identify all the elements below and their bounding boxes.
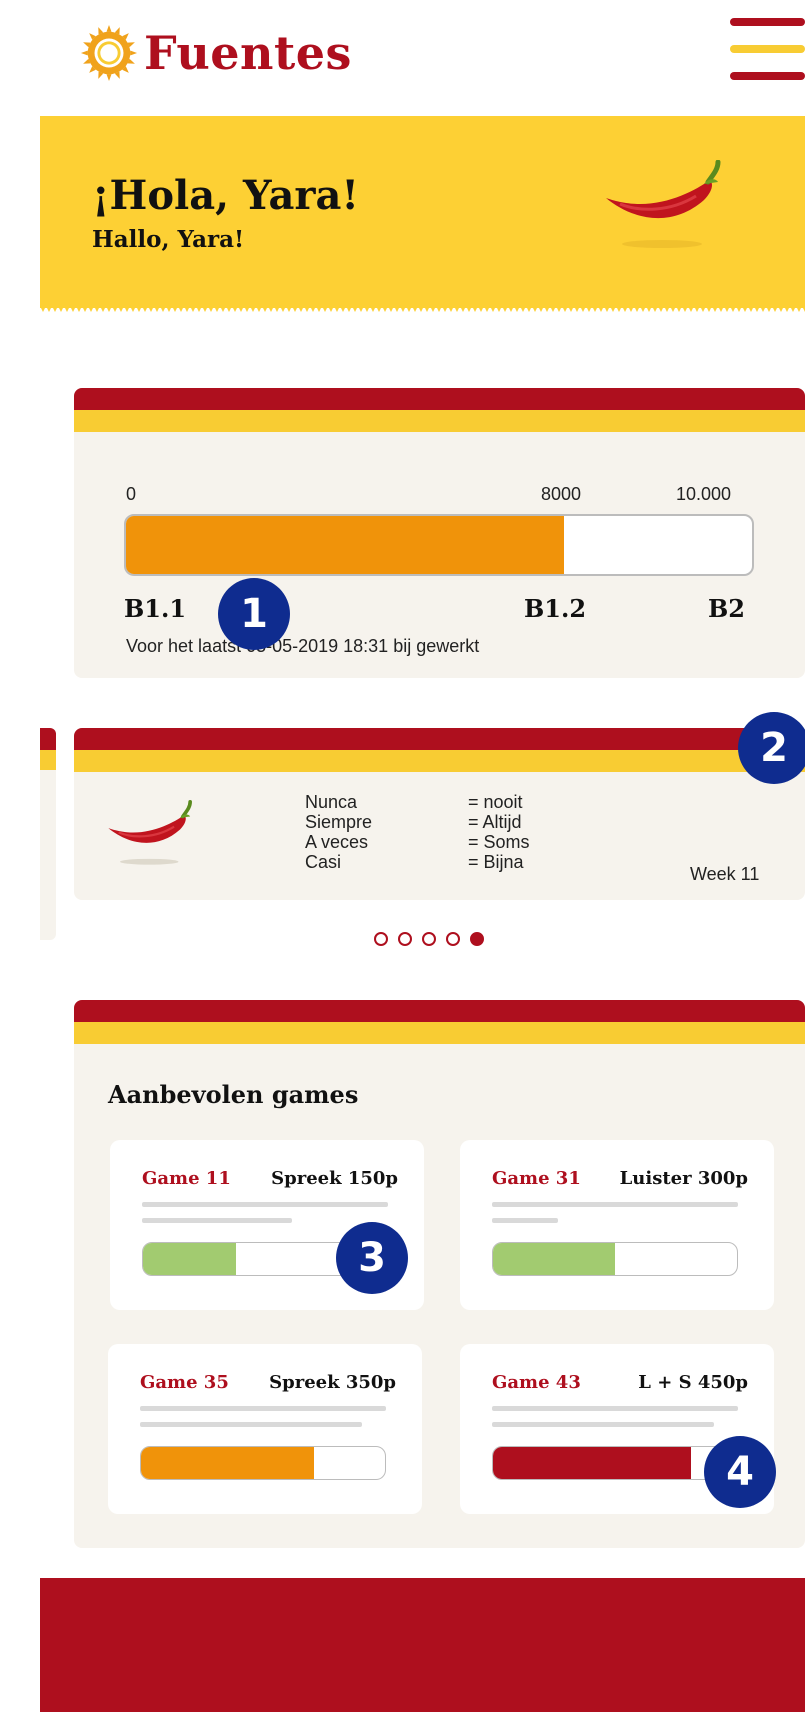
chili-pepper-icon [108, 800, 192, 865]
level-progress-fill [126, 516, 565, 574]
placeholder-line [492, 1406, 738, 1411]
card-stripe-yellow [40, 750, 56, 770]
game-points: Spreek 150p [271, 1168, 398, 1189]
card-stripe-yellow [74, 410, 805, 432]
annotation-badge-3: 3 [336, 1222, 408, 1294]
vocab-spanish-word: A veces [305, 832, 369, 852]
card-stripe-red [74, 388, 805, 410]
placeholder-line [140, 1422, 362, 1427]
carousel-dot[interactable] [422, 932, 436, 946]
game-name: Game 43 [492, 1372, 581, 1393]
card-stripe-yellow [74, 750, 805, 772]
placeholder-line [492, 1422, 714, 1427]
zigzag-edge [40, 306, 805, 312]
placeholder-line [492, 1202, 738, 1207]
chili-pepper-icon [606, 160, 721, 248]
vocab-spanish-word: Siempre [305, 812, 373, 832]
logo[interactable]: Fuentes [80, 18, 352, 88]
carousel-dot[interactable] [446, 932, 460, 946]
placeholder-line [140, 1406, 386, 1411]
game-progress-bar [492, 1242, 738, 1276]
progress-max-label: 10.000 [676, 484, 732, 504]
vocab-spanish-word: Casi [305, 852, 342, 872]
annotation-badge-1: 1 [218, 578, 290, 650]
sun-icon [80, 24, 138, 82]
last-updated-text: Voor het laatst 05-05-2019 18:31 bij gew… [126, 636, 480, 656]
games-title: Aanbevolen games [108, 1080, 359, 1109]
footer-bar [40, 1578, 805, 1712]
game-name: Game 11 [142, 1168, 231, 1189]
carousel-dot[interactable] [470, 932, 484, 946]
game-card[interactable]: Game 31 Luister 300p [460, 1140, 774, 1310]
carousel-dot[interactable] [398, 932, 412, 946]
week-label: Week 11 [690, 864, 760, 884]
vocab-dutch-word: = nooit [468, 792, 523, 812]
game-progress-bar [140, 1446, 386, 1480]
annotation-badge-4: 4 [704, 1436, 776, 1508]
menu-bar-top [730, 18, 805, 26]
game-points: L + S 450p [638, 1372, 748, 1393]
game-progress-fill [493, 1243, 615, 1275]
placeholder-line [142, 1202, 388, 1207]
vocab-spanish-list: Nunca Siempre A veces Casi [305, 792, 372, 872]
progress-mid-label: 8000 [541, 484, 582, 504]
carousel-dot[interactable] [374, 932, 388, 946]
game-card[interactable]: Game 35 Spreek 350p [108, 1344, 422, 1514]
game-progress-fill [143, 1243, 236, 1275]
vocab-spanish-word: Nunca [305, 792, 358, 812]
previous-carousel-card[interactable] [40, 728, 56, 940]
game-name: Game 35 [140, 1372, 229, 1393]
vocab-dutch-word: = Altijd [468, 812, 522, 832]
level-progress-bar [124, 514, 754, 576]
menu-bar-bottom [730, 72, 805, 80]
game-progress-fill [141, 1447, 315, 1479]
game-points: Spreek 350p [269, 1372, 396, 1393]
menu-bar-middle [730, 45, 805, 53]
game-progress-bar [492, 1446, 738, 1480]
vocab-dutch-word: = Bijna [468, 852, 524, 872]
greeting-spanish: ¡Hola, Yara! [92, 172, 359, 219]
placeholder-line [492, 1218, 558, 1223]
greeting-dutch: Hallo, Yara! [92, 226, 245, 253]
level-current: B1.1 [124, 594, 187, 623]
carousel-dots [374, 932, 484, 946]
brand-name: Fuentes [144, 26, 352, 80]
card-stripe-red [40, 728, 56, 750]
page: Fuentes ¡Hola, Yara! Hallo, Yara! 0 8000… [0, 0, 805, 1712]
progress-min-label: 0 [126, 484, 137, 504]
vocab-dutch-word: = Soms [468, 832, 530, 852]
vocab-dutch-list: = nooit = Altijd = Soms = Bijna [468, 792, 530, 872]
game-points: Luister 300p [619, 1168, 748, 1189]
level-next: B1.2 [524, 594, 587, 623]
game-name: Game 31 [492, 1168, 581, 1189]
game-progress-fill [493, 1447, 691, 1479]
level-final: B2 [708, 594, 745, 623]
card-stripe-red [74, 1000, 805, 1022]
placeholder-line [142, 1218, 292, 1223]
annotation-badge-2: 2 [738, 712, 805, 784]
card-stripe-yellow [74, 1022, 805, 1044]
hamburger-menu-icon[interactable] [730, 18, 805, 80]
card-stripe-red [74, 728, 805, 750]
